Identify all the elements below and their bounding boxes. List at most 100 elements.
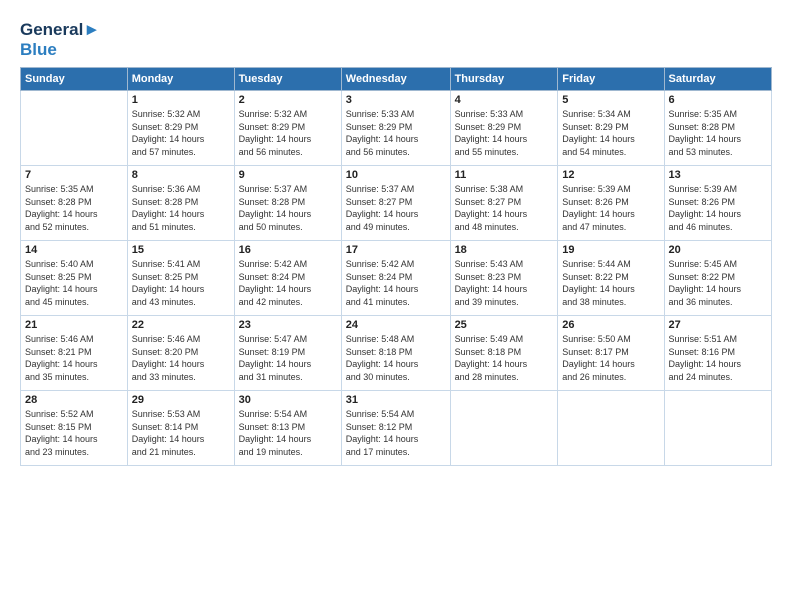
col-header-saturday: Saturday [664, 68, 771, 91]
cell-sun-info: Sunrise: 5:39 AM Sunset: 8:26 PM Dayligh… [669, 183, 767, 233]
cell-sun-info: Sunrise: 5:34 AM Sunset: 8:29 PM Dayligh… [562, 108, 659, 158]
calendar-cell: 9 Sunrise: 5:37 AM Sunset: 8:28 PM Daylig… [234, 166, 341, 241]
day-number: 6 [669, 94, 767, 106]
cell-sun-info: Sunrise: 5:54 AM Sunset: 8:13 PM Dayligh… [239, 408, 337, 458]
cell-sun-info: Sunrise: 5:33 AM Sunset: 8:29 PM Dayligh… [455, 108, 554, 158]
cell-sun-info: Sunrise: 5:51 AM Sunset: 8:16 PM Dayligh… [669, 333, 767, 383]
calendar-cell: 29 Sunrise: 5:53 AM Sunset: 8:14 PM Dayli… [127, 391, 234, 466]
calendar-cell: 28 Sunrise: 5:52 AM Sunset: 8:15 PM Dayli… [21, 391, 128, 466]
cell-sun-info: Sunrise: 5:41 AM Sunset: 8:25 PM Dayligh… [132, 258, 230, 308]
day-number: 24 [346, 319, 446, 331]
cell-sun-info: Sunrise: 5:42 AM Sunset: 8:24 PM Dayligh… [346, 258, 446, 308]
calendar-cell: 15 Sunrise: 5:41 AM Sunset: 8:25 PM Dayli… [127, 241, 234, 316]
cell-sun-info: Sunrise: 5:52 AM Sunset: 8:15 PM Dayligh… [25, 408, 123, 458]
day-number: 12 [562, 169, 659, 181]
day-number: 27 [669, 319, 767, 331]
col-header-friday: Friday [558, 68, 664, 91]
cell-sun-info: Sunrise: 5:37 AM Sunset: 8:28 PM Dayligh… [239, 183, 337, 233]
calendar-cell: 12 Sunrise: 5:39 AM Sunset: 8:26 PM Dayli… [558, 166, 664, 241]
calendar-cell: 30 Sunrise: 5:54 AM Sunset: 8:13 PM Dayli… [234, 391, 341, 466]
day-number: 31 [346, 394, 446, 406]
calendar-cell: 4 Sunrise: 5:33 AM Sunset: 8:29 PM Daylig… [450, 91, 558, 166]
cell-sun-info: Sunrise: 5:47 AM Sunset: 8:19 PM Dayligh… [239, 333, 337, 383]
day-number: 29 [132, 394, 230, 406]
day-number: 8 [132, 169, 230, 181]
cell-sun-info: Sunrise: 5:37 AM Sunset: 8:27 PM Dayligh… [346, 183, 446, 233]
day-number: 1 [132, 94, 230, 106]
day-number: 3 [346, 94, 446, 106]
cell-sun-info: Sunrise: 5:39 AM Sunset: 8:26 PM Dayligh… [562, 183, 659, 233]
calendar-cell [558, 391, 664, 466]
calendar-cell: 17 Sunrise: 5:42 AM Sunset: 8:24 PM Dayli… [341, 241, 450, 316]
cell-sun-info: Sunrise: 5:38 AM Sunset: 8:27 PM Dayligh… [455, 183, 554, 233]
calendar-header-row: SundayMondayTuesdayWednesdayThursdayFrid… [21, 68, 772, 91]
calendar-cell: 25 Sunrise: 5:49 AM Sunset: 8:18 PM Dayli… [450, 316, 558, 391]
cell-sun-info: Sunrise: 5:32 AM Sunset: 8:29 PM Dayligh… [132, 108, 230, 158]
col-header-wednesday: Wednesday [341, 68, 450, 91]
day-number: 5 [562, 94, 659, 106]
day-number: 19 [562, 244, 659, 256]
calendar-cell: 1 Sunrise: 5:32 AM Sunset: 8:29 PM Daylig… [127, 91, 234, 166]
calendar-week-row: 1 Sunrise: 5:32 AM Sunset: 8:29 PM Daylig… [21, 91, 772, 166]
calendar-cell: 26Sunrise: 5:50 AM Sunset: 8:17 PM Dayli… [558, 316, 664, 391]
day-number: 15 [132, 244, 230, 256]
calendar-cell: 27 Sunrise: 5:51 AM Sunset: 8:16 PM Dayli… [664, 316, 771, 391]
calendar-cell: 24 Sunrise: 5:48 AM Sunset: 8:18 PM Dayli… [341, 316, 450, 391]
cell-sun-info: Sunrise: 5:50 AM Sunset: 8:17 PM Dayligh… [562, 333, 659, 383]
cell-sun-info: Sunrise: 5:48 AM Sunset: 8:18 PM Dayligh… [346, 333, 446, 383]
day-number: 9 [239, 169, 337, 181]
page: General► Blue SundayMondayTuesdayWednesd… [0, 0, 792, 612]
calendar-cell: 11 Sunrise: 5:38 AM Sunset: 8:27 PM Dayli… [450, 166, 558, 241]
calendar-cell: 22Sunrise: 5:46 AM Sunset: 8:20 PM Dayli… [127, 316, 234, 391]
logo-text: General► [20, 20, 100, 40]
day-number: 30 [239, 394, 337, 406]
day-number: 20 [669, 244, 767, 256]
day-number: 25 [455, 319, 554, 331]
logo-blue: Blue [20, 40, 100, 60]
logo: General► Blue [20, 20, 100, 59]
day-number: 2 [239, 94, 337, 106]
calendar-cell: 16 Sunrise: 5:42 AM Sunset: 8:24 PM Dayli… [234, 241, 341, 316]
calendar-cell: 23 Sunrise: 5:47 AM Sunset: 8:19 PM Dayli… [234, 316, 341, 391]
day-number: 22 [132, 319, 230, 331]
cell-sun-info: Sunrise: 5:53 AM Sunset: 8:14 PM Dayligh… [132, 408, 230, 458]
calendar-cell [664, 391, 771, 466]
col-header-thursday: Thursday [450, 68, 558, 91]
day-number: 7 [25, 169, 123, 181]
calendar-cell: 31Sunrise: 5:54 AM Sunset: 8:12 PM Dayli… [341, 391, 450, 466]
cell-sun-info: Sunrise: 5:32 AM Sunset: 8:29 PM Dayligh… [239, 108, 337, 158]
day-number: 23 [239, 319, 337, 331]
cell-sun-info: Sunrise: 5:43 AM Sunset: 8:23 PM Dayligh… [455, 258, 554, 308]
col-header-sunday: Sunday [21, 68, 128, 91]
calendar-cell [21, 91, 128, 166]
cell-sun-info: Sunrise: 5:33 AM Sunset: 8:29 PM Dayligh… [346, 108, 446, 158]
cell-sun-info: Sunrise: 5:35 AM Sunset: 8:28 PM Dayligh… [669, 108, 767, 158]
day-number: 11 [455, 169, 554, 181]
calendar-cell: 13Sunrise: 5:39 AM Sunset: 8:26 PM Dayli… [664, 166, 771, 241]
calendar-table: SundayMondayTuesdayWednesdayThursdayFrid… [20, 67, 772, 466]
header: General► Blue [20, 16, 772, 59]
cell-sun-info: Sunrise: 5:49 AM Sunset: 8:18 PM Dayligh… [455, 333, 554, 383]
calendar-cell: 18 Sunrise: 5:43 AM Sunset: 8:23 PM Dayli… [450, 241, 558, 316]
calendar-week-row: 14Sunrise: 5:40 AM Sunset: 8:25 PM Dayli… [21, 241, 772, 316]
calendar-cell: 10 Sunrise: 5:37 AM Sunset: 8:27 PM Dayli… [341, 166, 450, 241]
day-number: 17 [346, 244, 446, 256]
cell-sun-info: Sunrise: 5:46 AM Sunset: 8:21 PM Dayligh… [25, 333, 123, 383]
cell-sun-info: Sunrise: 5:36 AM Sunset: 8:28 PM Dayligh… [132, 183, 230, 233]
calendar-cell: 5 Sunrise: 5:34 AM Sunset: 8:29 PM Daylig… [558, 91, 664, 166]
cell-sun-info: Sunrise: 5:40 AM Sunset: 8:25 PM Dayligh… [25, 258, 123, 308]
calendar-cell: 19Sunrise: 5:44 AM Sunset: 8:22 PM Dayli… [558, 241, 664, 316]
calendar-cell: 7 Sunrise: 5:35 AM Sunset: 8:28 PM Daylig… [21, 166, 128, 241]
calendar-cell: 3 Sunrise: 5:33 AM Sunset: 8:29 PM Daylig… [341, 91, 450, 166]
day-number: 4 [455, 94, 554, 106]
day-number: 10 [346, 169, 446, 181]
cell-sun-info: Sunrise: 5:42 AM Sunset: 8:24 PM Dayligh… [239, 258, 337, 308]
day-number: 28 [25, 394, 123, 406]
day-number: 16 [239, 244, 337, 256]
cell-sun-info: Sunrise: 5:35 AM Sunset: 8:28 PM Dayligh… [25, 183, 123, 233]
calendar-week-row: 21Sunrise: 5:46 AM Sunset: 8:21 PM Dayli… [21, 316, 772, 391]
calendar-cell [450, 391, 558, 466]
day-number: 18 [455, 244, 554, 256]
calendar-week-row: 28 Sunrise: 5:52 AM Sunset: 8:15 PM Dayli… [21, 391, 772, 466]
calendar-cell: 6 Sunrise: 5:35 AM Sunset: 8:28 PM Daylig… [664, 91, 771, 166]
